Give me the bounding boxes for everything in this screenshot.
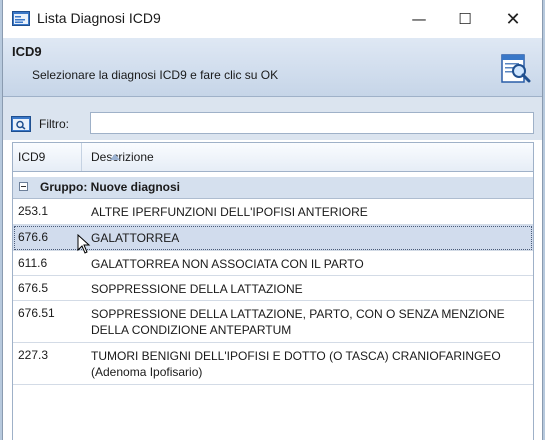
column-header-descrizione[interactable]: Descrizione bbox=[83, 143, 533, 171]
column-header-icd9[interactable]: ICD9 bbox=[13, 143, 82, 171]
filter-bar: Filtro: bbox=[3, 106, 542, 140]
header-title: ICD9 bbox=[12, 44, 42, 59]
filter-icon bbox=[11, 116, 31, 132]
table-row[interactable]: 253.1 ALTRE IPERFUNZIONI DELL'IPOFISI AN… bbox=[13, 199, 533, 225]
group-label: Gruppo: Nuove diagnosi bbox=[40, 180, 180, 194]
filter-label: Filtro: bbox=[39, 117, 69, 131]
row-code: 676.6 bbox=[18, 230, 49, 244]
row-description: SOPPRESSIONE DELLA LATTAZIONE, PARTO, CO… bbox=[91, 307, 505, 337]
close-icon: ✕ bbox=[505, 8, 521, 30]
maximize-button[interactable]: ☐ bbox=[442, 0, 488, 38]
filter-input[interactable] bbox=[90, 112, 534, 134]
maximize-icon: ☐ bbox=[458, 10, 472, 28]
row-code: 227.3 bbox=[18, 348, 49, 362]
row-code: 253.1 bbox=[18, 204, 49, 218]
table-row[interactable]: 676.5 SOPPRESSIONE DELLA LATTAZIONE bbox=[13, 276, 533, 301]
diagnosis-grid: ICD9 Descrizione Gruppo: Nuove diagnosi … bbox=[12, 142, 534, 440]
row-description: GALATTORREA bbox=[91, 231, 180, 245]
table-row[interactable]: 676.51 SOPPRESSIONE DELLA LATTAZIONE, PA… bbox=[13, 301, 533, 343]
group-row[interactable]: Gruppo: Nuove diagnosi bbox=[13, 177, 533, 199]
column-header-row: ICD9 Descrizione bbox=[13, 143, 533, 172]
row-code: 676.5 bbox=[18, 281, 49, 295]
row-code: 611.6 bbox=[18, 256, 48, 270]
document-search-icon bbox=[501, 54, 531, 83]
row-code: 676.51 bbox=[18, 306, 55, 320]
header-subtitle: Selezionare la diagnosi ICD9 e fare clic… bbox=[32, 68, 279, 82]
row-description: ALTRE IPERFUNZIONI DELL'IPOFISI ANTERIOR… bbox=[91, 205, 368, 219]
minimize-button[interactable]: — bbox=[396, 0, 442, 38]
dialog-window: Lista Diagnosi ICD9 — ☐ ✕ ICD9 Seleziona… bbox=[2, 0, 543, 440]
close-button[interactable]: ✕ bbox=[490, 0, 536, 38]
sort-ascending-icon bbox=[110, 154, 120, 160]
row-description: SOPPRESSIONE DELLA LATTAZIONE bbox=[91, 282, 303, 296]
dialog-header: ICD9 Selezionare la diagnosi ICD9 e fare… bbox=[3, 38, 542, 97]
collapse-icon[interactable] bbox=[19, 182, 28, 191]
table-row-selected[interactable]: 676.6 GALATTORREA bbox=[13, 225, 533, 251]
row-description: GALATTORREA NON ASSOCIATA CON IL PARTO bbox=[91, 257, 364, 271]
table-row[interactable]: 227.3 TUMORI BENIGNI DELL'IPOFISI E DOTT… bbox=[13, 343, 533, 385]
minimize-icon: — bbox=[411, 10, 427, 28]
mouse-cursor-icon bbox=[77, 234, 91, 254]
row-description: TUMORI BENIGNI DELL'IPOFISI E DOTTO (O T… bbox=[91, 349, 501, 379]
diagnosis-rows: 253.1 ALTRE IPERFUNZIONI DELL'IPOFISI AN… bbox=[13, 199, 533, 385]
table-row[interactable]: 611.6 GALATTORREA NON ASSOCIATA CON IL P… bbox=[13, 251, 533, 276]
title-bar[interactable]: Lista Diagnosi ICD9 — ☐ ✕ bbox=[3, 0, 542, 38]
window-title: Lista Diagnosi ICD9 bbox=[37, 10, 161, 26]
app-icon bbox=[12, 11, 30, 26]
